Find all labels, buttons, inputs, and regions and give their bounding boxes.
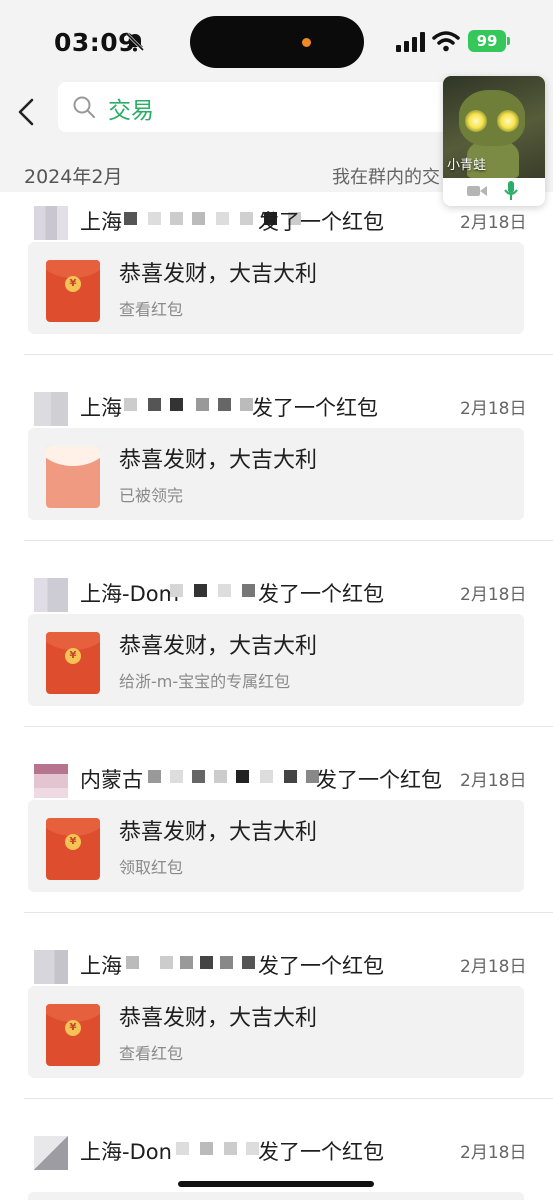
packet-greeting: 恭喜发财，大吉大利 <box>119 820 318 845</box>
record-date: 2月18日 <box>460 1143 527 1163</box>
red-packet-card[interactable]: ¥ 恭喜发财，大吉大利 查看红包 <box>28 986 524 1078</box>
divider <box>24 540 553 541</box>
battery-indicator: 99 <box>468 30 506 52</box>
divider <box>24 912 553 913</box>
sender-prefix: 上海 <box>80 210 122 234</box>
section-month: 2024年2月 <box>24 166 123 188</box>
frog-head <box>459 90 525 146</box>
frog-eye-right <box>497 110 519 132</box>
red-packet-card[interactable]: ¥ 恭喜发财，大吉大利 查看红包 <box>28 242 524 334</box>
record-date: 2月18日 <box>460 957 527 977</box>
red-packet-card[interactable]: 恭喜发财，大吉大利 已被领完 <box>28 428 524 520</box>
divider <box>24 726 553 727</box>
packet-greeting: 恭喜发财，大吉大利 <box>119 262 318 287</box>
coin-icon: ¥ <box>65 276 81 292</box>
pixelated-name <box>124 398 264 414</box>
floating-video-call[interactable]: 小青蛙 <box>443 76 545 206</box>
caller-name: 小青蛙 <box>447 158 487 173</box>
coin-icon: ¥ <box>65 834 81 850</box>
list-item[interactable]: 上海-Dom 发了一个红包 2月18日 ¥ 恭喜发财，大吉大利 给浙-m-宝宝的… <box>0 566 553 752</box>
sender-action: 发了一个红包 <box>252 396 378 420</box>
avatar <box>34 392 68 426</box>
coin-icon: ¥ <box>65 648 81 664</box>
pixelated-name <box>148 770 328 786</box>
list-item[interactable]: 上海-Don 发了一个红包 2月18日 <box>0 1124 553 1200</box>
search-query: 交易 <box>108 98 154 124</box>
red-packet-opened-icon <box>46 446 100 508</box>
sender-prefix: 内蒙古 <box>80 768 143 792</box>
microphone-icon[interactable] <box>503 181 519 201</box>
sender-prefix: 上海 <box>80 954 122 978</box>
record-date: 2月18日 <box>460 771 527 791</box>
record-date: 2月18日 <box>460 213 527 233</box>
dynamic-island <box>190 16 364 68</box>
back-chevron-icon[interactable] <box>8 92 48 132</box>
video-preview: 小青蛙 <box>443 76 545 178</box>
list-item[interactable]: 上海 发了一个红包 2月18日 ¥ 恭喜发财，大吉大利 查看红包 <box>0 938 553 1124</box>
coin-icon: ¥ <box>65 1020 81 1036</box>
pixelated-name <box>170 584 270 600</box>
signal-icon <box>396 32 425 52</box>
status-bar: 03:09 99 <box>0 0 553 80</box>
packet-status: 已被领完 <box>119 486 184 505</box>
sender-action: 发了一个红包 <box>258 954 384 978</box>
red-packet-card[interactable]: ¥ 恭喜发财，大吉大利 领取红包 <box>28 800 524 892</box>
packet-status: 给浙-m-宝宝的专属红包 <box>119 672 291 691</box>
bell-muted-icon <box>125 32 145 52</box>
sender-prefix: 上海 <box>80 396 122 420</box>
packet-status: 查看红包 <box>119 1044 184 1063</box>
list-item[interactable]: 上海 发了一个红包 2月18日 ¥ 恭喜发财，大吉大利 查看红包 <box>0 194 553 380</box>
sender-action: 发了一个红包 <box>316 768 442 792</box>
search-input[interactable]: 交易 <box>58 82 458 132</box>
pixelated-name <box>126 956 266 972</box>
avatar <box>34 950 68 984</box>
frog-eye-left <box>465 110 487 132</box>
record-date: 2月18日 <box>460 399 527 419</box>
home-indicator[interactable] <box>178 1181 374 1187</box>
avatar <box>34 1136 68 1170</box>
sender-action: 发了一个红包 <box>258 582 384 606</box>
record-date: 2月18日 <box>460 585 527 605</box>
divider <box>24 354 553 355</box>
wifi-icon <box>432 31 460 52</box>
avatar <box>34 764 68 798</box>
packet-greeting: 恭喜发财，大吉大利 <box>119 634 318 659</box>
sender-prefix: 上海-Dom <box>80 582 180 606</box>
packet-status: 查看红包 <box>119 300 184 319</box>
list-item[interactable]: 内蒙古 发了一个红包 2月18日 ¥ 恭喜发财，大吉大利 领取红包 <box>0 752 553 938</box>
packet-greeting: 恭喜发财，大吉大利 <box>119 448 318 473</box>
search-icon <box>73 96 95 118</box>
divider <box>24 1098 553 1099</box>
sender-action: 发了一个红包 <box>258 210 384 234</box>
red-packet-icon: ¥ <box>46 818 100 880</box>
red-packet-icon: ¥ <box>46 260 100 322</box>
red-packet-card[interactable] <box>28 1192 524 1200</box>
red-packet-card[interactable]: ¥ 恭喜发财，大吉大利 给浙-m-宝宝的专属红包 <box>28 614 524 706</box>
recording-dot <box>302 38 311 47</box>
avatar <box>34 578 68 612</box>
red-packet-icon: ¥ <box>46 1004 100 1066</box>
packet-greeting: 恭喜发财，大吉大利 <box>119 1006 318 1031</box>
red-packet-icon: ¥ <box>46 632 100 694</box>
list-item[interactable]: 上海 发了一个红包 2月18日 恭喜发财，大吉大利 已被领完 <box>0 380 553 566</box>
coin-icon <box>65 459 81 475</box>
sender-prefix: 上海-Don <box>80 1140 172 1164</box>
packet-status: 领取红包 <box>119 858 184 877</box>
battery-cap <box>507 37 510 45</box>
avatar <box>34 206 68 240</box>
section-filter-label: 我在群内的交 <box>332 167 440 188</box>
sender-action: 发了一个红包 <box>258 1140 384 1164</box>
video-camera-icon[interactable] <box>467 184 487 198</box>
